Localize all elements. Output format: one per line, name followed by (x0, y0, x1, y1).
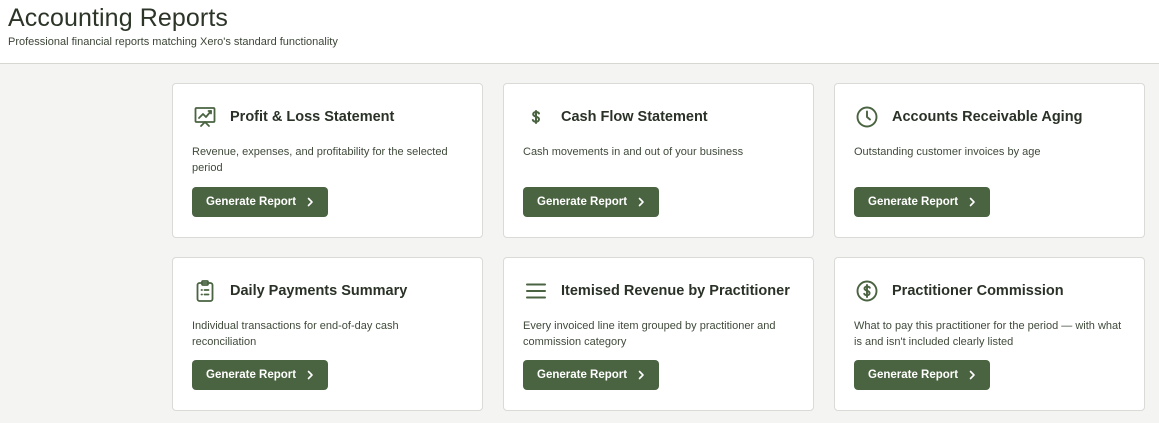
card-title: Practitioner Commission (892, 283, 1064, 299)
card-title: Itemised Revenue by Practitioner (561, 283, 790, 299)
chevron-right-icon (306, 197, 314, 207)
report-card-profit-loss: Profit & Loss Statement Revenue, expense… (172, 83, 483, 238)
card-title: Daily Payments Summary (230, 283, 408, 299)
button-label: Generate Report (206, 196, 297, 208)
card-description: Cash movements in and out of your busine… (523, 146, 744, 158)
card-title: Cash Flow Statement (561, 109, 708, 125)
card-description: Individual transactions for end-of-day c… (192, 320, 399, 348)
reports-grid: Profit & Loss Statement Revenue, expense… (172, 83, 1147, 411)
report-card-ar-aging: Accounts Receivable Aging Outstanding cu… (834, 83, 1145, 238)
card-title: Accounts Receivable Aging (892, 109, 1083, 125)
report-card-cash-flow: Cash Flow Statement Cash movements in an… (503, 83, 814, 238)
card-description: What to pay this practitioner for the pe… (854, 320, 1122, 348)
chevron-right-icon (637, 370, 645, 380)
generate-report-button-daily-payments[interactable]: Generate Report (192, 360, 329, 390)
report-card-practitioner-commission: Practitioner Commission What to pay this… (834, 257, 1145, 411)
chevron-right-icon (968, 197, 976, 207)
button-label: Generate Report (868, 369, 959, 381)
report-card-itemised-revenue: Itemised Revenue by Practitioner Every i… (503, 257, 814, 411)
generate-report-button-profit-loss[interactable]: Generate Report (192, 187, 329, 217)
card-description: Revenue, expenses, and profitability for… (192, 146, 448, 174)
chevron-right-icon (306, 370, 314, 380)
clipboard-list-icon (192, 278, 218, 304)
page-header: Accounting Reports Professional financia… (0, 0, 1159, 64)
chevron-right-icon (968, 370, 976, 380)
page-title: Accounting Reports (8, 4, 228, 32)
button-label: Generate Report (537, 196, 628, 208)
report-card-daily-payments: Daily Payments Summary Individual transa… (172, 257, 483, 411)
button-label: Generate Report (206, 369, 297, 381)
button-label: Generate Report (537, 369, 628, 381)
clock-icon (854, 104, 880, 130)
dollar-sign-icon (523, 104, 549, 130)
generate-report-button-ar-aging[interactable]: Generate Report (854, 187, 991, 217)
circle-dollar-icon (854, 278, 880, 304)
list-lines-icon (523, 278, 549, 304)
card-description: Outstanding customer invoices by age (854, 146, 1041, 158)
card-title: Profit & Loss Statement (230, 109, 395, 125)
chevron-right-icon (637, 197, 645, 207)
page-subtitle: Professional financial reports matching … (8, 36, 338, 48)
presentation-chart-icon (192, 104, 218, 130)
button-label: Generate Report (868, 196, 959, 208)
generate-report-button-practitioner-commission[interactable]: Generate Report (854, 360, 991, 390)
generate-report-button-cash-flow[interactable]: Generate Report (523, 187, 660, 217)
card-description: Every invoiced line item grouped by prac… (523, 320, 776, 348)
generate-report-button-itemised-revenue[interactable]: Generate Report (523, 360, 660, 390)
